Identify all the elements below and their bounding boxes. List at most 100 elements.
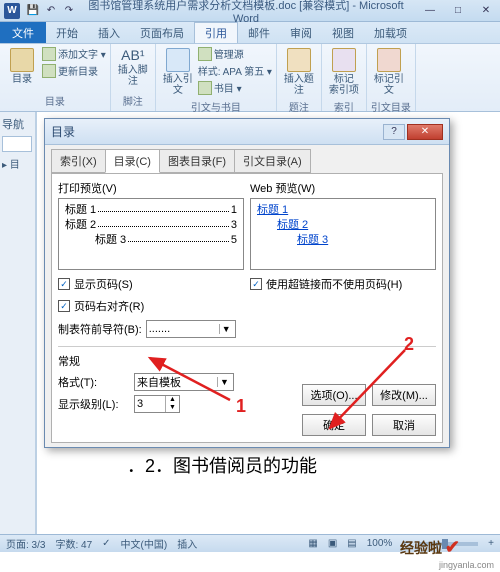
watermark-check-icon: ✔ <box>445 537 460 558</box>
view-print-icon[interactable]: ▦ <box>308 538 317 549</box>
show-page-numbers-checkbox[interactable]: ✓ <box>58 278 70 290</box>
options-button[interactable]: 选项(O)... <box>302 384 366 406</box>
save-icon[interactable]: 💾 <box>26 4 40 18</box>
nav-title: 导航 <box>2 116 33 132</box>
group-citation: 插入引文 管理源 样式: APA 第五 ▾ 书目 ▾ 引文与书目 <box>156 44 277 111</box>
undo-icon[interactable]: ↶ <box>44 4 58 18</box>
manage-sources-button[interactable]: 管理源 <box>198 46 272 61</box>
show-level-input[interactable] <box>135 396 165 412</box>
print-preview-label: 打印预览(V) <box>58 180 244 196</box>
status-page[interactable]: 页面: 3/3 <box>6 536 45 551</box>
redo-icon[interactable]: ↷ <box>62 4 76 18</box>
index-icon <box>332 48 356 72</box>
nav-search-input[interactable] <box>2 136 32 152</box>
spin-down-icon[interactable]: ▼ <box>166 404 179 412</box>
group-caption: 插入题注 题注 <box>277 44 322 111</box>
tab-addins[interactable]: 加载项 <box>364 22 417 43</box>
footnote-icon: AB¹ <box>121 48 144 63</box>
dialog-tab-authorities[interactable]: 引文目录(A) <box>234 149 311 173</box>
chevron-down-icon: ▼ <box>217 377 231 387</box>
dialog-body: 打印预览(V) 标题 11 标题 23 标题 35 ✓ 显示页码(S) ✓ 页码… <box>51 173 443 443</box>
toc-button[interactable]: 目录 <box>4 46 40 87</box>
tab-home[interactable]: 开始 <box>46 22 88 43</box>
zoom-in-button[interactable]: + <box>488 538 494 549</box>
zoom-level[interactable]: 100% <box>367 538 393 549</box>
group-label-footnote: 脚注 <box>115 92 151 109</box>
dialog-help-button[interactable]: ? <box>383 124 405 140</box>
chevron-down-icon: ▼ <box>219 324 233 334</box>
word-icon: W <box>4 3 20 19</box>
tab-leader-label: 制表符前导符(B): <box>58 321 142 337</box>
tab-layout[interactable]: 页面布局 <box>130 22 194 43</box>
maximize-button[interactable]: □ <box>444 3 472 19</box>
annotation-label-1: 1 <box>236 396 246 417</box>
insert-footnote-button[interactable]: AB¹ 插入脚注 <box>115 46 151 89</box>
insert-caption-button[interactable]: 插入题注 <box>281 46 317 98</box>
dialog-tabs: 索引(X) 目录(C) 图表目录(F) 引文目录(A) <box>45 145 449 173</box>
group-toa: 标记引文 引文目录 <box>367 44 416 111</box>
biblio-icon <box>198 81 212 95</box>
status-language[interactable]: 中文(中国) <box>121 536 168 551</box>
use-hyperlink-checkbox[interactable]: ✓ <box>250 278 262 290</box>
dialog-tab-index[interactable]: 索引(X) <box>51 149 106 173</box>
print-preview-box: 标题 11 标题 23 标题 35 <box>58 198 244 270</box>
view-read-icon[interactable]: ▣ <box>328 538 337 549</box>
right-align-checkbox[interactable]: ✓ <box>58 300 70 312</box>
document-heading: ．2．图书借阅员的功能 <box>127 452 317 478</box>
tab-view[interactable]: 视图 <box>322 22 364 43</box>
show-page-numbers-label: 显示页码(S) <box>74 276 133 292</box>
dialog-tab-toc[interactable]: 目录(C) <box>105 149 160 173</box>
divider <box>58 346 436 347</box>
mark-index-button[interactable]: 标记 索引项 <box>326 46 362 98</box>
spin-up-icon[interactable]: ▲ <box>166 396 179 404</box>
update-toc-button[interactable]: 更新目录 <box>42 63 106 78</box>
web-link-1: 标题 1 <box>257 203 429 218</box>
use-hyperlink-label: 使用超链接而不使用页码(H) <box>266 276 402 292</box>
mark-citation-button[interactable]: 标记引文 <box>371 46 407 98</box>
tab-leader-dropdown[interactable]: .......▼ <box>146 320 236 338</box>
manage-icon <box>198 47 212 61</box>
general-label: 常规 <box>58 353 436 369</box>
status-words[interactable]: 字数: 47 <box>55 536 92 551</box>
dialog-close-button[interactable]: ✕ <box>407 124 443 140</box>
status-proofing-icon[interactable]: ✓ <box>102 538 110 549</box>
ok-button[interactable]: 确定 <box>302 414 366 436</box>
ribbon: 目录 添加文字 ▾ 更新目录 目录 AB¹ 插入脚注 脚注 插入引文 管理源 <box>0 44 500 112</box>
view-web-icon[interactable]: ▤ <box>347 538 356 549</box>
web-link-2: 标题 2 <box>277 218 429 233</box>
bibliography-button[interactable]: 书目 ▾ <box>198 80 272 95</box>
nav-item[interactable]: ▸ 目 <box>2 156 33 171</box>
style-dropdown[interactable]: 样式: APA 第五 ▾ <box>198 63 272 78</box>
toc-dialog: 目录 ? ✕ 索引(X) 目录(C) 图表目录(F) 引文目录(A) 打印预览(… <box>44 118 450 448</box>
show-level-spinner[interactable]: ▲▼ <box>134 395 180 413</box>
insert-citation-button[interactable]: 插入引文 <box>160 46 196 98</box>
tab-mailings[interactable]: 邮件 <box>238 22 280 43</box>
file-tab[interactable]: 文件 <box>0 22 46 43</box>
titlebar: W 💾 ↶ ↷ 图书馆管理系统用户需求分析文档模板.doc [兼容模式] - M… <box>0 0 500 22</box>
toa-icon <box>377 48 401 72</box>
cancel-button[interactable]: 取消 <box>372 414 436 436</box>
close-button[interactable]: ✕ <box>472 3 500 19</box>
group-index: 标记 索引项 索引 <box>322 44 367 111</box>
watermark-url: jingyanla.com <box>439 560 494 570</box>
modify-button[interactable]: 修改(M)... <box>372 384 436 406</box>
group-footnote: AB¹ 插入脚注 脚注 <box>111 44 156 111</box>
group-label-toc: 目录 <box>4 92 106 109</box>
toc-icon <box>10 48 34 72</box>
minimize-button[interactable]: — <box>416 3 444 19</box>
show-level-label: 显示级别(L): <box>58 396 128 412</box>
status-insert-mode[interactable]: 插入 <box>177 536 197 551</box>
tab-review[interactable]: 审阅 <box>280 22 322 43</box>
navigation-pane: 导航 ▸ 目 <box>0 112 36 534</box>
group-toc: 目录 添加文字 ▾ 更新目录 目录 <box>0 44 111 111</box>
dialog-titlebar: 目录 ? ✕ <box>45 119 449 145</box>
format-dropdown[interactable]: 来自模板▼ <box>134 373 234 391</box>
add-text-button[interactable]: 添加文字 ▾ <box>42 46 106 61</box>
dialog-tab-figures[interactable]: 图表目录(F) <box>159 149 235 173</box>
add-text-icon <box>42 47 56 61</box>
ribbon-tabs: 文件 开始 插入 页面布局 引用 邮件 审阅 视图 加载项 <box>0 22 500 44</box>
tab-insert[interactable]: 插入 <box>88 22 130 43</box>
tab-references[interactable]: 引用 <box>194 22 238 43</box>
window-title: 图书馆管理系统用户需求分析文档模板.doc [兼容模式] - Microsoft… <box>76 0 416 25</box>
format-label: 格式(T): <box>58 374 128 390</box>
